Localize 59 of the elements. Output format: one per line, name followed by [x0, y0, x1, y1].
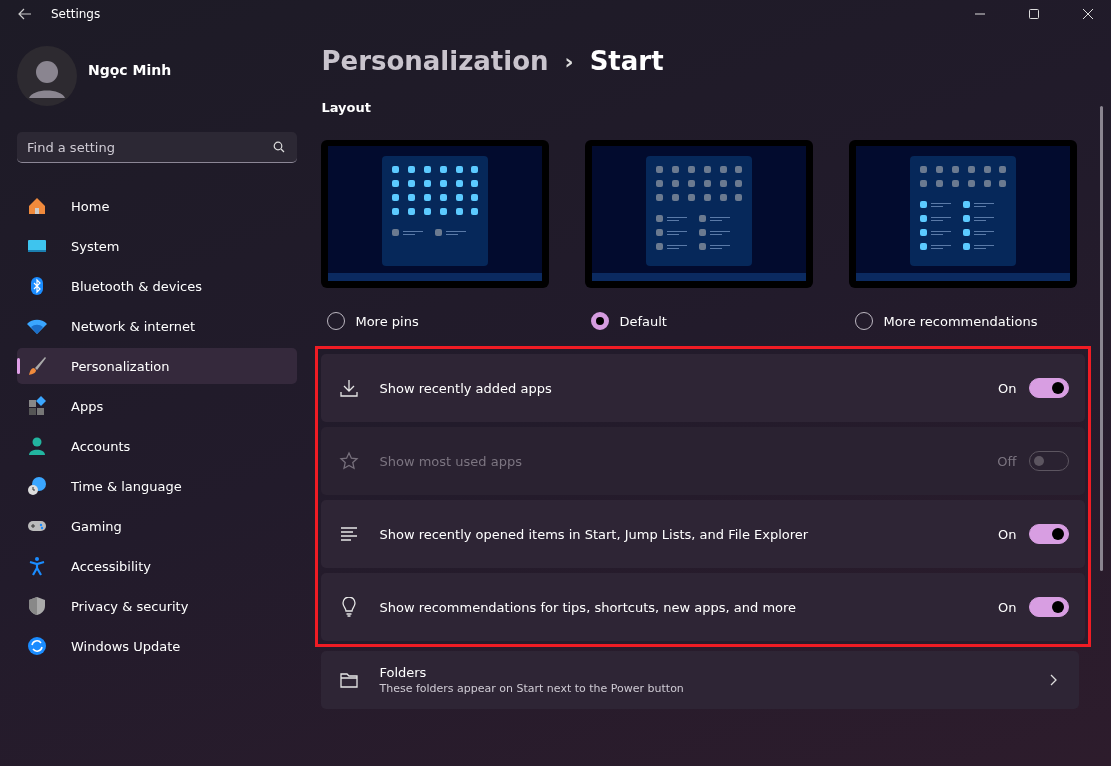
toggle-state-text: On [997, 526, 1017, 542]
breadcrumb-link[interactable]: Personalization [321, 46, 549, 76]
sidebar-item[interactable]: Accessibility [17, 548, 297, 584]
toggle-switch[interactable] [1029, 597, 1070, 617]
sidebar-item[interactable]: System [17, 228, 297, 264]
search-icon [273, 141, 285, 153]
accessibility-icon [27, 556, 47, 576]
star-icon [339, 451, 360, 471]
refresh-icon [27, 636, 47, 656]
folders-title: Folders [379, 665, 428, 680]
back-arrow-icon[interactable] [18, 8, 32, 20]
sidebar-item[interactable]: Home [17, 188, 297, 224]
setting-label: Show most used apps [379, 453, 523, 469]
maximize-icon[interactable] [1029, 9, 1039, 19]
scrollbar-thumb[interactable] [1099, 106, 1103, 571]
toggle-state-text: On [997, 599, 1017, 615]
sidebar-item[interactable]: Apps [17, 388, 297, 424]
page-title: Start [589, 46, 664, 76]
house-icon [27, 196, 47, 216]
sidebar-item[interactable]: Windows Update [17, 628, 297, 664]
profile-name: Ngọc Minh [88, 62, 172, 78]
breadcrumb-separator: › [564, 48, 574, 74]
setting-label: Show recently added apps [379, 380, 553, 396]
window-title: Settings [51, 7, 101, 21]
layout-preview[interactable] [321, 140, 550, 288]
chevron-right-icon [1049, 674, 1058, 686]
sidebar-item[interactable]: Bluetooth & devices [17, 268, 297, 304]
sidebar-item[interactable]: Time & language [17, 468, 297, 504]
setting-label: Show recently opened items in Start, Jump Lists, and File Explorer [379, 526, 810, 542]
sidebar-item[interactable]: Network & internet [17, 308, 297, 344]
avatar-icon [17, 46, 77, 106]
setting-label: Show recommendations for tips, shortcuts, new apps, and more [379, 599, 798, 615]
sidebar-item[interactable]: Personalization [17, 348, 297, 384]
list-lines-icon [339, 524, 360, 544]
toggle-switch[interactable] [1029, 378, 1070, 398]
globe-clock-icon [27, 476, 47, 496]
person-icon [27, 436, 47, 456]
sidebar-item[interactable]: Privacy & security [17, 588, 297, 624]
folders-row[interactable]: Folders These folders appear on Start next to the Power button [321, 651, 1080, 709]
sidebar-item[interactable]: Gaming [17, 508, 297, 544]
close-icon[interactable] [1083, 9, 1093, 19]
toggle-switch[interactable] [1029, 524, 1070, 544]
folders-description: These folders appear on Start next to the Power button [379, 682, 685, 695]
toggle-state-text: Off [997, 453, 1017, 469]
download-icon [339, 378, 360, 398]
section-heading: Layout [321, 100, 372, 115]
search-field[interactable]: Find a setting [17, 132, 297, 163]
layout-preview[interactable] [849, 140, 1078, 288]
folder-icon [339, 670, 360, 690]
brush-icon [27, 356, 47, 376]
layout-preview[interactable] [585, 140, 814, 288]
sidebar-item[interactable]: Accounts [17, 428, 297, 464]
layout-radio[interactable]: Default [591, 312, 667, 330]
apps-icon [27, 396, 47, 416]
layout-radio[interactable]: More recommendations [855, 312, 1038, 330]
selection-indicator [17, 358, 20, 374]
layout-radio[interactable]: More pins [327, 312, 419, 330]
toggle-state-text: On [997, 380, 1017, 396]
shield-icon [27, 596, 47, 616]
